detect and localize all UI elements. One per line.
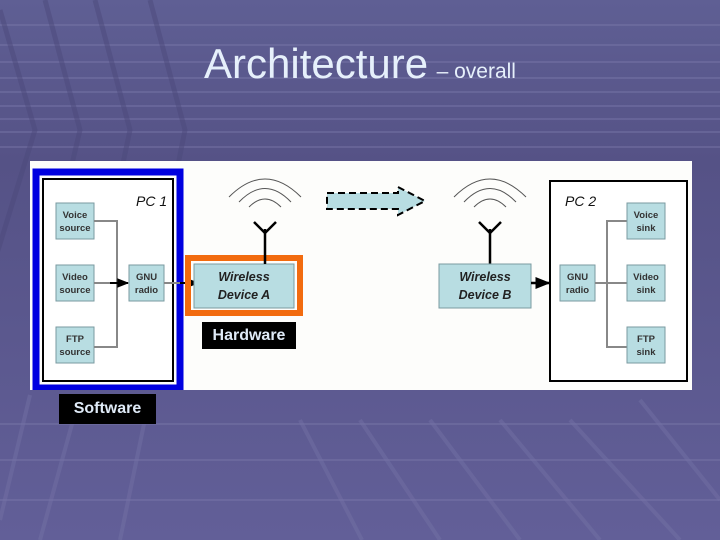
svg-text:Voice: Voice (63, 210, 88, 221)
svg-text:source: source (59, 347, 90, 358)
wireless-device-b-block: Wireless Device B (438, 263, 532, 309)
ftp-source-block: FTP source (55, 326, 95, 364)
voice-sink-block: Voice sink (626, 202, 666, 240)
svg-text:Wireless: Wireless (459, 270, 510, 284)
svg-text:FTP: FTP (66, 334, 85, 345)
architecture-diagram: PC 1 Voice source Video source FTP sourc… (32, 168, 688, 392)
slide-title: Architecture – overall (0, 40, 720, 88)
pc1-label: PC 1 (136, 193, 167, 209)
svg-text:source: source (59, 223, 90, 234)
antenna-b-icon (453, 178, 527, 264)
pc1-gnu-radio-block: GNU radio (128, 264, 165, 302)
svg-text:Video: Video (633, 272, 659, 283)
pc2-gnu-radio-block: GNU radio (559, 264, 596, 302)
svg-text:radio: radio (566, 285, 589, 296)
hardware-label: Hardware (202, 322, 296, 349)
svg-text:Wireless: Wireless (218, 270, 269, 284)
pc2-label: PC 2 (565, 193, 596, 209)
slide-title-sub: – overall (436, 60, 516, 83)
voice-source-block: Voice source (55, 202, 95, 240)
wireless-device-a-block: Wireless Device A (193, 263, 295, 309)
ftp-sink-block: FTP sink (626, 326, 666, 364)
architecture-diagram-panel: PC 1 Voice source Video source FTP sourc… (30, 161, 692, 392)
svg-text:Device A: Device A (218, 288, 270, 302)
svg-text:sink: sink (636, 223, 656, 234)
antenna-a-icon (228, 178, 302, 264)
video-source-block: Video source (55, 264, 95, 302)
svg-text:Video: Video (62, 272, 88, 283)
svg-text:radio: radio (135, 285, 158, 296)
svg-text:sink: sink (636, 285, 656, 296)
svg-text:Device B: Device B (459, 288, 512, 302)
svg-text:GNU: GNU (567, 272, 588, 283)
video-sink-block: Video sink (626, 264, 666, 302)
svg-text:source: source (59, 285, 90, 296)
svg-text:GNU: GNU (136, 272, 157, 283)
svg-text:sink: sink (636, 347, 656, 358)
software-label: Software (59, 394, 156, 424)
wireless-transmission-arrow (326, 185, 428, 217)
svg-text:Voice: Voice (634, 210, 659, 221)
svg-text:FTP: FTP (637, 334, 656, 345)
slide-title-main: Architecture (204, 40, 429, 87)
